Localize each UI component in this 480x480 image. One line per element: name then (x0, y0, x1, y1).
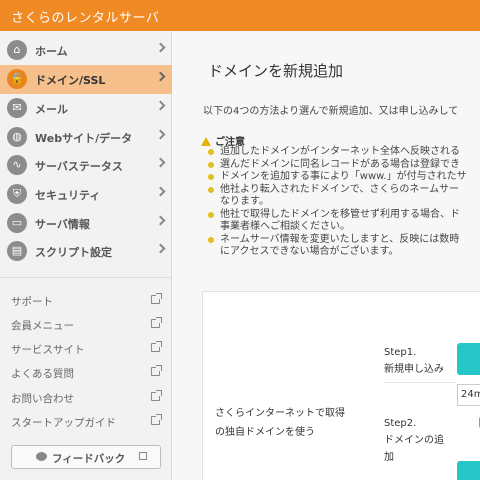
apply-button[interactable] (457, 343, 480, 375)
option-description: さくらインターネットで取得 の独自ドメインを使う (215, 404, 345, 442)
speech-bubble-icon (36, 452, 47, 461)
external-link-icon (151, 365, 162, 376)
sidebar-item-domain-ssl[interactable]: 🔒 ドメイン/SSL (0, 65, 172, 94)
sidebar-item-label: メール (35, 103, 68, 116)
step2-text: ドメインの追 (384, 435, 444, 446)
option-description-line: の独自ドメインを使う (215, 427, 315, 438)
app-title: さくらのレンタルサーバ (11, 11, 160, 26)
feedback-button[interactable]: フィードバック (11, 445, 161, 469)
chart-icon: ∿ (7, 155, 27, 175)
notice-text: 他社で取得したドメインを移管せず利用する場合、ド (220, 208, 460, 220)
notice-item: 選んだドメインに同名レコードがある場合は登録でき (208, 159, 480, 172)
bullet-icon (208, 236, 214, 243)
script-icon: ▤ (7, 241, 27, 261)
feedback-label: フィードバック (52, 453, 126, 465)
mail-icon: ✉ (7, 98, 27, 118)
sidebar-divider (0, 277, 172, 278)
globe-icon: ◍ (7, 127, 27, 147)
bullet-icon (208, 149, 214, 155)
external-link-icon (151, 293, 162, 304)
sidebar-item-label: Webサイト/データ (35, 132, 133, 145)
sidebar-item-home[interactable]: ⌂ ホーム (0, 36, 172, 65)
notice-text: 選んだドメインに同名レコードがある場合は登録でき (220, 158, 460, 170)
notice-item: 他社より転入されたドメインで、さくらのネームサー なります。 (208, 184, 480, 209)
notice-list: 追加したドメインがインターネット全体へ反映される 選んだドメインに同名レコードが… (208, 146, 480, 259)
sidebar-item-label: ホーム (35, 45, 68, 58)
link-contact[interactable]: お問い合わせ (0, 387, 172, 409)
link-label: サービスサイト (11, 344, 85, 356)
chevron-right-icon (155, 100, 166, 111)
chevron-right-icon (155, 186, 166, 197)
top-bar: さくらのレンタルサーバ (0, 0, 480, 31)
chevron-right-icon (155, 71, 166, 82)
step2-label: Step2. ドメインの追 加 (384, 415, 444, 466)
link-label: お問い合わせ (11, 393, 74, 405)
option-card: さくらインターネットで取得 の独自ドメインを使う Step1. 新規申し込み S… (202, 291, 480, 480)
main-content: ドメインを新規追加 以下の4つの方法より選んで新規追加、又は申し込みして ご注意… (172, 31, 480, 480)
bullet-icon (208, 161, 214, 168)
chevron-right-icon (155, 42, 166, 53)
step1-label: Step1. 新規申し込み (384, 344, 444, 378)
intro-text: 以下の4つの方法より選んで新規追加、又は申し込みして (203, 106, 459, 117)
lock-icon: 🔒 (7, 69, 27, 89)
add-domain-button[interactable] (457, 461, 480, 480)
link-label: 会員メニュー (11, 320, 74, 332)
link-label: スタートアップガイド (11, 417, 116, 429)
step2-text: 加 (384, 452, 394, 463)
chevron-right-icon (155, 215, 166, 226)
sidebar-item-security[interactable]: ⛨ セキュリティ (0, 180, 172, 209)
step-divider (384, 382, 456, 383)
sidebar-item-label: サーバステータス (35, 160, 123, 173)
notice-item: 他社で取得したドメインを移管せず利用する場合、ド 事業者様へご相談ください。 (208, 209, 480, 234)
notice-text: 他社より転入されたドメインで、さくらのネームサー (220, 183, 460, 195)
sidebar-item-server-status[interactable]: ∿ サーバステータス (0, 151, 172, 180)
sidebar-item-script-settings[interactable]: ▤ スクリプト設定 (0, 237, 172, 266)
sidebar-item-server-info[interactable]: ▭ サーバ情報 (0, 209, 172, 238)
term-select[interactable]: 24m (457, 384, 480, 406)
chevron-right-icon (155, 157, 166, 168)
warning-icon (201, 137, 211, 146)
notice-item: ネームサーバ情報を変更いたしますと、反映には数時 にアクセスできない場合がござい… (208, 234, 480, 259)
notice-item: 追加したドメインがインターネット全体へ反映される (208, 146, 480, 159)
link-member-menu[interactable]: 会員メニュー (0, 314, 172, 336)
server-icon: ▭ (7, 213, 27, 233)
sidebar-item-website-data[interactable]: ◍ Webサイト/データ (0, 123, 172, 152)
sidebar-item-label: ドメイン/SSL (35, 74, 106, 87)
external-link-icon (151, 317, 162, 328)
bullet-icon (208, 174, 214, 180)
option-description-line: さくらインターネットで取得 (215, 408, 345, 419)
external-link-icon (151, 390, 162, 401)
notice-text-continued: にアクセスできない場合がございます。 (220, 246, 399, 257)
chevron-right-icon (155, 243, 166, 254)
sidebar: ⌂ ホーム 🔒 ドメイン/SSL ✉ メール ◍ Webサイト/データ ∿ サー… (0, 31, 172, 480)
step1-text: 新規申し込み (384, 364, 444, 375)
bullet-icon (208, 211, 214, 218)
notice-text-continued: 事業者様へご相談ください。 (220, 221, 350, 232)
notice-text: ドメインを追加する事により「www.」が付与されたサ (220, 171, 467, 182)
link-label: サポート (11, 296, 53, 308)
notice-text: ネームサーバ情報を変更いたしますと、反映には数時 (220, 233, 460, 245)
step1-title: Step1. (384, 347, 417, 358)
bullet-icon (208, 186, 214, 193)
sidebar-item-label: スクリプト設定 (35, 246, 112, 259)
link-faq[interactable]: よくある質問 (0, 362, 172, 384)
external-link-icon (151, 414, 162, 425)
sidebar-item-label: セキュリティ (35, 189, 101, 202)
link-support[interactable]: サポート (0, 290, 172, 312)
link-startup-guide[interactable]: スタートアップガイド (0, 411, 172, 433)
home-icon: ⌂ (7, 40, 27, 60)
shield-icon: ⛨ (7, 184, 27, 204)
notice-text: 追加したドメインがインターネット全体へ反映される (220, 146, 460, 157)
link-service-site[interactable]: サービスサイト (0, 338, 172, 360)
step2-title: Step2. (384, 418, 417, 429)
sidebar-item-mail[interactable]: ✉ メール (0, 94, 172, 123)
external-link-icon (151, 341, 162, 352)
chevron-right-icon (155, 129, 166, 140)
link-label: よくある質問 (11, 368, 74, 380)
notice-item: ドメインを追加する事により「www.」が付与されたサ (208, 171, 480, 184)
notice-text-continued: なります。 (220, 196, 269, 207)
page-title: ドメインを新規追加 (208, 62, 344, 80)
external-link-icon (139, 452, 147, 460)
sidebar-item-label: サーバ情報 (35, 218, 90, 231)
